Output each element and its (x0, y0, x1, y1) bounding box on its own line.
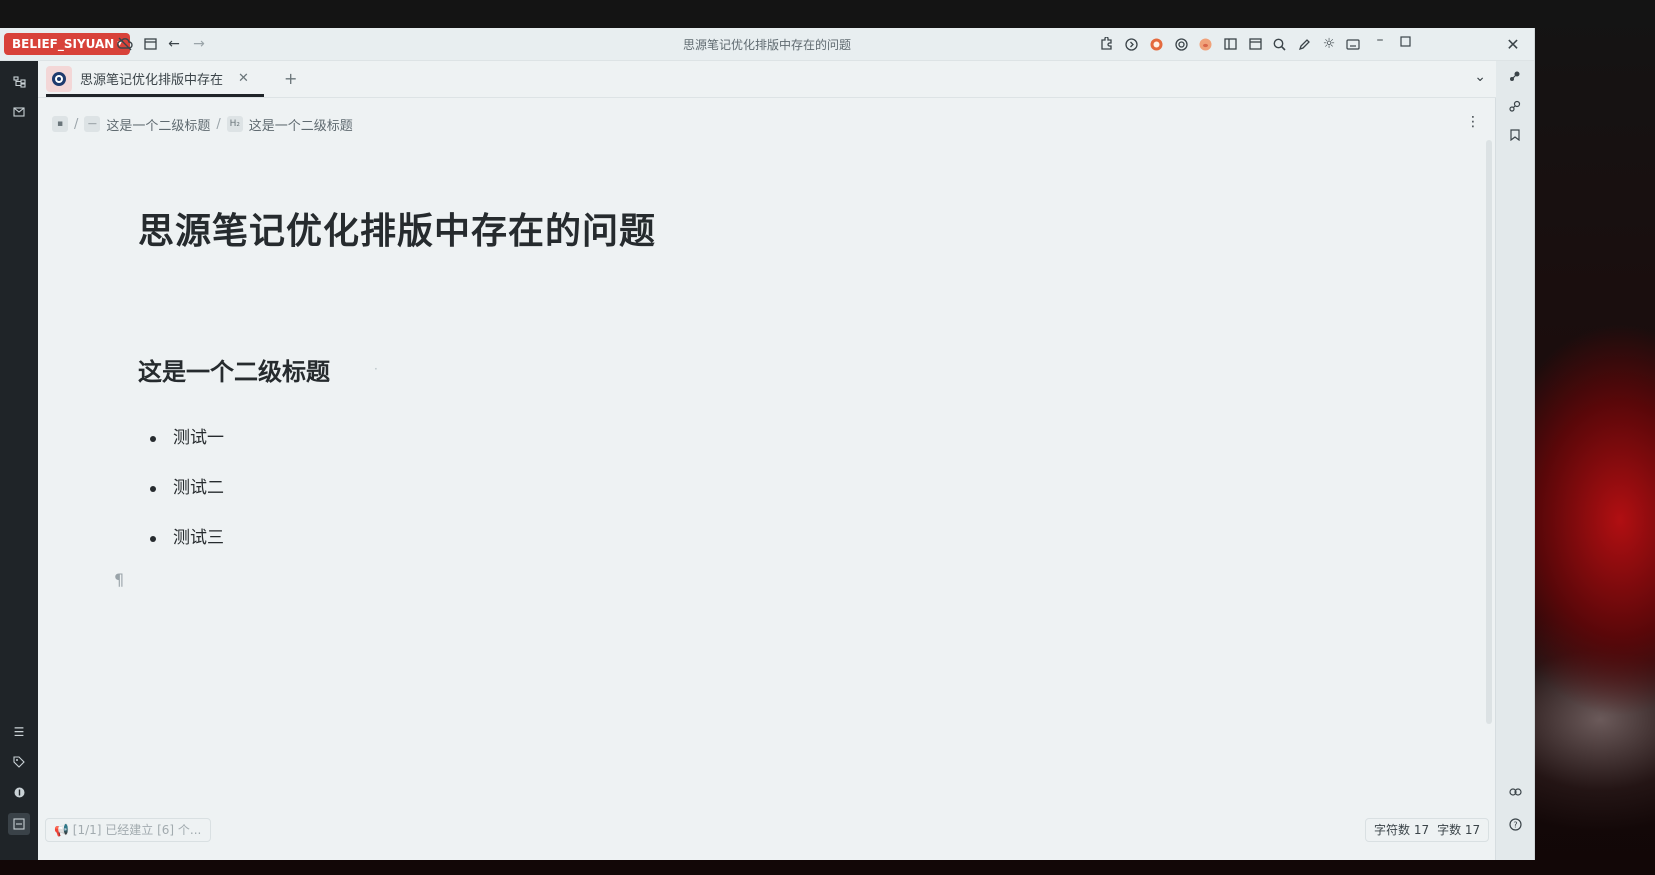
workspace-button[interactable]: BELIEF_SIYUAN ▾ (4, 33, 130, 55)
bullet-list: 测试一 测试二 测试三 (146, 423, 224, 573)
notebook-doc-icon[interactable]: ▪ (52, 116, 68, 132)
calendar-icon[interactable] (139, 33, 161, 55)
workspace-label: BELIEF_SIYUAN (12, 37, 115, 51)
list-item[interactable]: 测试二 (146, 473, 224, 523)
more-vertical-icon[interactable]: ⋮ (1466, 114, 1480, 130)
keyboard-icon[interactable] (1342, 33, 1364, 55)
link-icon[interactable] (1504, 781, 1526, 803)
plugin-icon[interactable] (1095, 33, 1117, 55)
char-count: 字符数 17 (1374, 823, 1430, 837)
breadcrumb: ▪ / — 这是一个二级标题 / H₂ 这是一个二级标题 (52, 114, 353, 134)
tab-active-document[interactable]: 思源笔记优化排版中存在 ✕ (46, 63, 264, 97)
backlinks-icon[interactable] (1504, 95, 1526, 117)
breadcrumb-item[interactable]: 这是一个二级标题 (106, 115, 210, 134)
dock-toggle-icon[interactable] (8, 813, 30, 835)
relations-icon[interactable] (1504, 65, 1526, 87)
left-dock: ☰ (0, 61, 38, 860)
os-top-strip (0, 0, 1655, 28)
list-item[interactable]: 测试一 (146, 423, 224, 473)
avatar-plugin-icon[interactable] (1145, 33, 1167, 55)
pig-plugin-icon[interactable] (1194, 33, 1216, 55)
graph-icon[interactable] (8, 781, 30, 803)
document-icon (46, 65, 72, 92)
editor-scrollbar[interactable] (1486, 140, 1492, 724)
arrow-circle-icon[interactable] (1120, 33, 1142, 55)
editor-area[interactable]: 思源笔记优化排版中存在的问题 这是一个二级标题 · 测试一 测试二 测试三 ¶ (38, 140, 1486, 820)
breadcrumb-separator: / (74, 116, 79, 132)
document-title[interactable]: 思源笔记优化排版中存在的问题 (138, 202, 656, 254)
inbox-icon[interactable] (8, 101, 30, 123)
list-item[interactable]: 测试三 (146, 523, 224, 573)
bookmark-icon[interactable] (1504, 124, 1526, 146)
breadcrumb-item[interactable]: 这是一个二级标题 (249, 115, 353, 134)
sync-cloud-icon[interactable] (114, 33, 136, 55)
heading2-block-icon: H₂ (226, 116, 243, 132)
maximize-icon[interactable] (1394, 30, 1416, 52)
tag-icon[interactable] (8, 751, 30, 773)
status-message-text: [1/1] 已经建立 [6] 个... (72, 823, 202, 837)
pen-icon[interactable] (1293, 33, 1315, 55)
minimize-icon[interactable]: – (1369, 29, 1391, 51)
svg-text:?: ? (1513, 820, 1517, 829)
tab-label: 思源笔记优化排版中存在 (80, 73, 224, 88)
heading-level-2[interactable]: 这是一个二级标题 (138, 352, 330, 387)
file-tree-icon[interactable] (8, 71, 30, 93)
heading-fold-dot[interactable]: · (374, 362, 378, 376)
new-tab-icon[interactable]: + (284, 69, 297, 88)
paragraph-block-icon: — (84, 116, 101, 132)
breadcrumb-separator: / (216, 116, 221, 132)
target-icon[interactable] (1170, 33, 1192, 55)
calendar-icon[interactable] (1244, 33, 1266, 55)
outline-icon[interactable]: ☰ (8, 721, 30, 743)
status-message[interactable]: 📢 [1/1] 已经建立 [6] 个... (45, 818, 211, 842)
status-counts: 字符数 17 字数 17 (1365, 818, 1490, 842)
megaphone-icon: 📢 (54, 823, 69, 837)
help-icon[interactable]: ? (1504, 813, 1526, 835)
close-icon[interactable]: ✕ (1502, 33, 1524, 55)
layout-icon[interactable] (1219, 33, 1241, 55)
chevron-down-icon[interactable]: ⌄ (1474, 69, 1486, 85)
back-icon[interactable]: ← (163, 33, 185, 55)
tab-close-icon[interactable]: ✕ (238, 71, 249, 86)
tab-bar: 思源笔记优化排版中存在 ✕ + ⌄ (38, 61, 1496, 98)
forward-icon[interactable]: → (188, 33, 210, 55)
pilcrow-icon[interactable]: ¶ (114, 570, 124, 589)
sun-icon[interactable]: ☼ (1318, 33, 1340, 55)
search-icon[interactable] (1268, 33, 1290, 55)
word-count: 字数 17 (1437, 823, 1481, 837)
title-bar: BELIEF_SIYUAN ▾ ← → 思源笔记优化排版中存在的问题 ☼ – ✕ (0, 28, 1534, 61)
right-dock: ? (1495, 61, 1534, 860)
